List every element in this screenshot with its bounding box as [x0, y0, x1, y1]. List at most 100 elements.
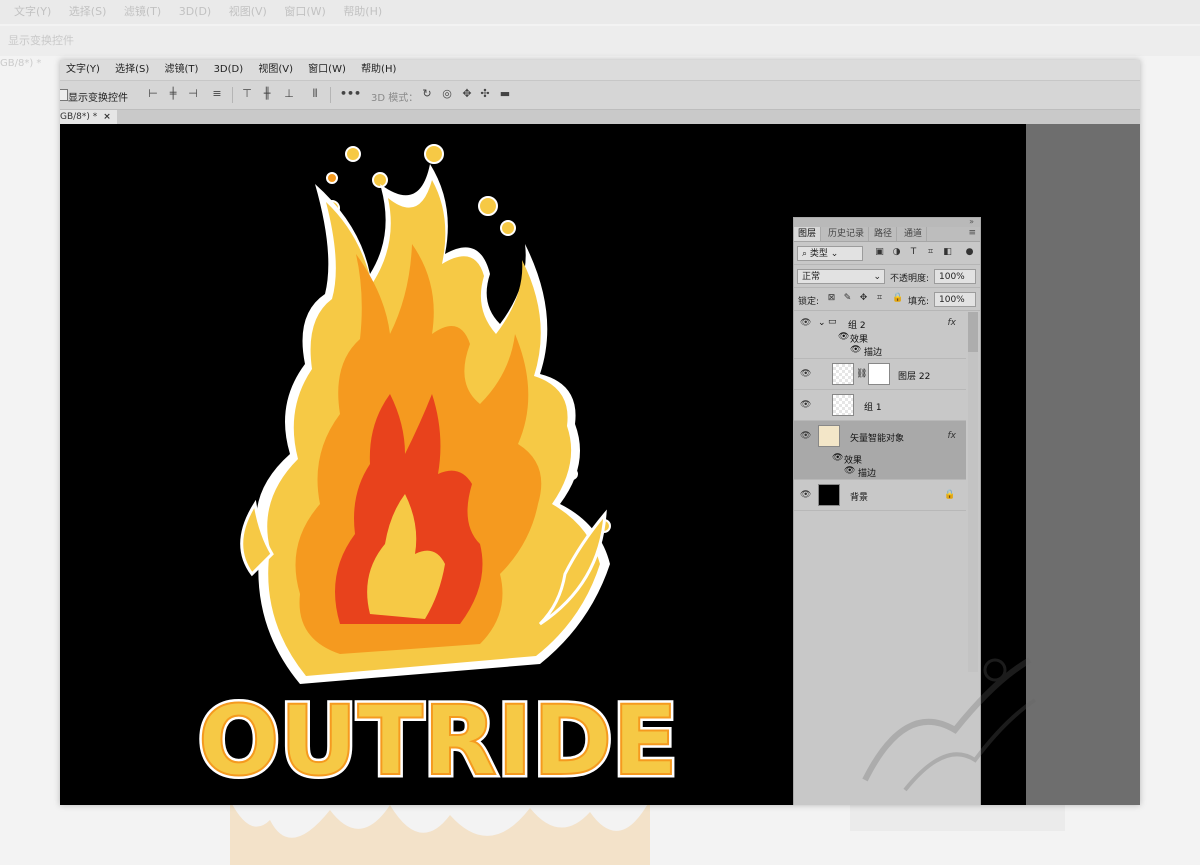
lock-artboard-icon[interactable]: ⌗: [874, 293, 885, 304]
panel-menu-icon[interactable]: ≡: [968, 228, 976, 238]
effects-eye-icon[interactable]: 👁: [832, 453, 843, 463]
filter-kind-select[interactable]: ⌕ 类型 ⌄: [797, 246, 863, 261]
chain-link-icon[interactable]: ⛓: [856, 369, 867, 379]
align-bottom-icon[interactable]: ⊥: [282, 87, 296, 101]
layer-row-group2[interactable]: 👁 ⌄ ▭ 组 2 fx 👁 效果 👁 描边: [794, 312, 966, 359]
lock-icon[interactable]: 🔒: [944, 490, 955, 500]
ghost-menu-item: 文字(Y): [14, 5, 52, 18]
effects-label: 效果: [844, 456, 863, 466]
collapse-panel-icon[interactable]: »: [969, 217, 974, 226]
3d-slide-icon[interactable]: ✣: [478, 87, 492, 101]
lock-transparent-icon[interactable]: ⊠: [826, 293, 837, 304]
menu-item-view[interactable]: 视图(V): [252, 60, 299, 80]
layer-row-layer22[interactable]: 👁 ⛓ 图层 22: [794, 359, 966, 390]
layer-thumbnail: [832, 363, 854, 385]
lock-image-icon[interactable]: ✎: [842, 293, 853, 304]
menu-item-filter[interactable]: 滤镜(T): [158, 60, 204, 80]
chevron-down-icon: ⌄: [873, 272, 881, 282]
tab-channels[interactable]: 通道: [900, 227, 928, 241]
visibility-eye-icon[interactable]: 👁: [800, 369, 811, 379]
document-tab-row: GB/8*) * ×: [60, 110, 1140, 124]
fill-input[interactable]: 100%: [934, 292, 976, 307]
filter-toggle-icon[interactable]: ●: [964, 247, 975, 258]
layer-name-layer22: 图层 22: [898, 372, 931, 382]
effects-eye-icon[interactable]: 👁: [838, 332, 849, 342]
watermark-stamp: [862, 657, 1037, 792]
ghost-menu-item: 选择(S): [68, 5, 107, 18]
blend-mode-select[interactable]: 正常 ⌄: [797, 269, 885, 284]
align-right-icon[interactable]: ⊣: [186, 87, 200, 101]
lock-position-icon[interactable]: ✥: [858, 293, 869, 304]
3d-rotate-icon[interactable]: ↻: [420, 87, 434, 101]
menu-item-select[interactable]: 选择(S): [109, 60, 155, 80]
smart-object-thumbnail: [818, 425, 840, 447]
fill-label: 填充:: [908, 297, 930, 307]
blend-row: 正常 ⌄ 不透明度: 100%: [794, 265, 980, 288]
ghost-menu-item: 窗口(W): [284, 5, 326, 18]
menu-item-3d[interactable]: 3D(D): [208, 60, 250, 80]
document-tab-label: GB/8*) *: [60, 112, 98, 122]
tab-layers[interactable]: 图层: [794, 227, 822, 241]
visibility-eye-icon[interactable]: 👁: [800, 400, 811, 410]
3d-drag-icon[interactable]: ✥: [460, 87, 474, 101]
stroke-eye-icon[interactable]: 👁: [850, 345, 861, 355]
layer-row-smart-object[interactable]: 👁 矢量智能对象 fx 👁 效果 👁 描边: [794, 421, 966, 480]
flame-body: [240, 164, 610, 684]
filter-adjustment-icon[interactable]: ◑: [891, 247, 902, 258]
ghost-options-label: 显示变换控件: [8, 34, 74, 47]
filter-smart-object-icon[interactable]: ◧: [942, 247, 953, 258]
ghost-fire-reflection: [230, 800, 650, 865]
tab-history[interactable]: 历史记录: [824, 227, 870, 241]
distribute-icon[interactable]: ≡: [210, 87, 224, 101]
visibility-eye-icon[interactable]: 👁: [800, 431, 811, 441]
lock-all-icon[interactable]: 🔒: [892, 293, 903, 304]
ghost-options-bar: 显示变换控件: [0, 26, 1200, 56]
document-tab[interactable]: GB/8*) * ×: [60, 110, 117, 124]
panel-tabs: 图层 历史记录 路径 通道 ≡: [794, 227, 980, 242]
stroke-label: 描边: [858, 469, 877, 479]
panel-titlebar[interactable]: »: [794, 217, 980, 227]
filter-type-icon[interactable]: T: [908, 247, 919, 258]
separator: [330, 87, 331, 103]
opacity-input[interactable]: 100%: [934, 269, 976, 284]
filter-shape-icon[interactable]: ⌗: [925, 247, 936, 258]
ghost-tab: GB/8*) *: [0, 58, 42, 69]
layer-thumbnail: [832, 394, 854, 416]
fx-badge[interactable]: fx: [948, 431, 957, 441]
more-options-icon[interactable]: •••: [340, 87, 361, 101]
align-left-icon[interactable]: ⊢: [146, 87, 160, 101]
folder-icon: ▭: [828, 317, 837, 327]
layer-mask-thumbnail[interactable]: [868, 363, 890, 385]
3d-scale-icon[interactable]: ▬: [498, 87, 512, 101]
align-top-icon[interactable]: ⊤: [240, 87, 254, 101]
filter-pixel-icon[interactable]: ▣: [874, 247, 885, 258]
menu-item-help[interactable]: 帮助(H): [355, 60, 402, 80]
blend-mode-value: 正常: [802, 272, 821, 282]
fx-badge[interactable]: fx: [948, 318, 957, 328]
transform-controls-checkbox[interactable]: [60, 89, 68, 101]
tab-paths[interactable]: 路径: [870, 227, 898, 241]
visibility-eye-icon[interactable]: 👁: [800, 490, 811, 500]
lock-label: 锁定:: [798, 297, 820, 307]
3d-roll-icon[interactable]: ◎: [440, 87, 454, 101]
visibility-eye-icon[interactable]: 👁: [800, 318, 811, 328]
expand-group-icon[interactable]: ⌄: [818, 318, 826, 328]
layer-row-background[interactable]: 👁 背景 🔒: [794, 480, 966, 511]
close-tab-icon[interactable]: ×: [103, 112, 111, 122]
effects-label: 效果: [850, 335, 869, 345]
fill-value: 100%: [939, 295, 965, 305]
layers-scrollbar[interactable]: [968, 312, 978, 672]
stroke-eye-icon[interactable]: 👁: [844, 466, 855, 476]
layer-row-group1[interactable]: 👁 组 1: [794, 390, 966, 421]
distribute-vertical-icon[interactable]: ⦀: [308, 87, 322, 101]
menu-item-text[interactable]: 文字(Y): [60, 60, 106, 80]
layer-name-smart-object: 矢量智能对象: [850, 434, 905, 444]
align-vcenter-icon[interactable]: ╫: [260, 87, 274, 101]
layer-name-group1: 组 1: [864, 403, 882, 413]
filter-kind-value: 类型: [809, 249, 828, 259]
align-hcenter-icon[interactable]: ╪: [166, 87, 180, 101]
transform-controls-label: 显示变换控件: [68, 93, 128, 104]
layers-scrollbar-thumb[interactable]: [968, 312, 978, 352]
menu-item-window[interactable]: 窗口(W): [302, 60, 352, 80]
opacity-value: 100%: [939, 272, 965, 282]
